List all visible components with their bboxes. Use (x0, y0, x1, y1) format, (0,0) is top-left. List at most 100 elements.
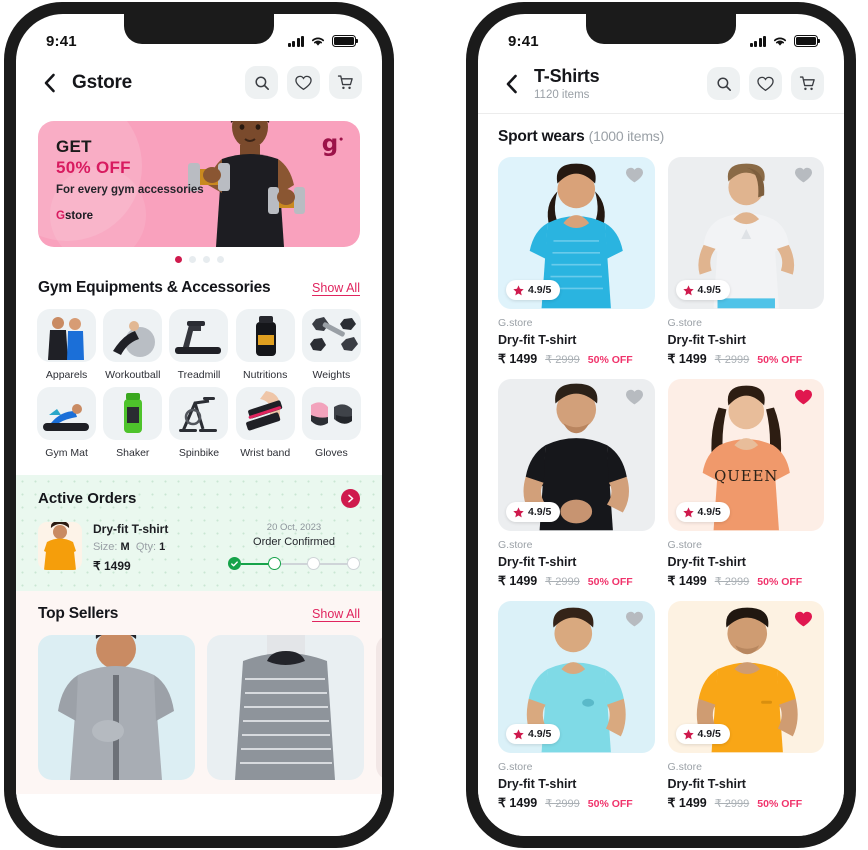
top-seller-card[interactable] (207, 635, 364, 780)
order-tracking: 20 Oct, 2023 Order Confirmed (228, 522, 361, 570)
pagination-dot[interactable] (216, 256, 224, 263)
favorite-heart-icon[interactable] (794, 166, 813, 184)
search-button[interactable] (707, 67, 740, 100)
category-item-gym-mat[interactable]: Gym Mat (36, 387, 97, 459)
phone-frame-home: 9:41 Gstore g• GET 50% OFF For every gym… (4, 2, 394, 848)
progress-segment (280, 562, 308, 565)
grey-hoodie-image (58, 635, 174, 780)
cart-button[interactable] (791, 67, 824, 100)
active-orders-more-button[interactable] (341, 489, 360, 508)
order-product-thumbnail (38, 522, 82, 570)
favorite-heart-icon[interactable] (625, 166, 644, 184)
product-store: G.store (667, 761, 702, 773)
listing-scroll-body[interactable]: Sport wears (1000 items) 4.9/5 G.store D… (478, 114, 844, 836)
star-icon (513, 728, 524, 739)
rating-value: 4.9/5 (528, 506, 552, 518)
rating-badge: 4.9/5 (675, 724, 730, 744)
top-seller-card-partial[interactable] (376, 635, 382, 780)
categories-section-header: Gym Equipments & Accessories Show All (16, 265, 382, 297)
rating-value: 4.9/5 (528, 728, 552, 740)
product-store: G.store (498, 539, 533, 551)
order-progress-tracker (228, 557, 361, 570)
category-item-weights[interactable]: Weights (301, 309, 362, 381)
product-prices: ₹ 1499 ₹ 2999 50% OFF (668, 573, 825, 588)
product-prices: ₹ 1499 ₹ 2999 50% OFF (498, 351, 655, 366)
active-order-row[interactable]: Dry-fit T-shirt Size: M Qty: 1 ₹ 1499 20… (38, 522, 361, 573)
favorite-heart-icon[interactable] (625, 388, 644, 406)
product-discount: 50% OFF (757, 798, 803, 810)
category-item-shaker[interactable]: Shaker (102, 387, 163, 459)
favorite-heart-icon[interactable] (794, 388, 813, 406)
category-item-apparels[interactable]: Apparels (36, 309, 97, 381)
pagination-dot[interactable] (202, 256, 210, 263)
favorite-heart-icon[interactable] (794, 610, 813, 628)
top-sellers-section: Top Sellers Show All (16, 591, 382, 794)
cart-button[interactable] (329, 66, 362, 99)
page-subtitle: 1120 items (534, 89, 590, 101)
banner-pagination-dots[interactable] (38, 247, 360, 265)
category-thumb (103, 387, 163, 440)
category-thumb (301, 309, 361, 362)
product-card[interactable]: 4.9/5 G.store Dry-fit T-shirt ₹ 1499 ₹ 2… (667, 601, 824, 810)
product-discount: 50% OFF (587, 798, 633, 810)
promo-banner[interactable]: g• GET 50% OFF For every gym accessories… (38, 121, 360, 247)
category-label: Treadmill (177, 369, 221, 381)
categories-title: Gym Equipments & Accessories (38, 279, 271, 296)
top-sellers-show-all-link[interactable]: Show All (312, 607, 360, 621)
order-size-label: Size: (93, 541, 118, 553)
chevron-right-icon (347, 494, 353, 503)
search-button[interactable] (245, 66, 278, 99)
back-button[interactable] (498, 71, 524, 97)
device-notch (124, 14, 274, 44)
product-store: G.store (498, 317, 533, 329)
pagination-dot-active[interactable] (174, 256, 182, 263)
category-item-spinbike[interactable]: Spinbike (168, 387, 229, 459)
rating-badge: 4.9/5 (506, 280, 561, 300)
product-name: Dry-fit T-shirt (498, 777, 577, 791)
category-label: Gym Mat (45, 447, 88, 459)
wishlist-button[interactable] (287, 66, 320, 99)
product-name: Dry-fit T-shirt (498, 333, 577, 347)
product-card[interactable]: 4.9/5 G.store Dry-fit T-shirt ₹ 1499 ₹ 2… (498, 157, 655, 366)
category-item-wrist-band[interactable]: Wrist band (235, 387, 296, 459)
order-details: Dry-fit T-shirt Size: M Qty: 1 ₹ 1499 (93, 522, 228, 573)
wishlist-button[interactable] (749, 67, 782, 100)
category-item-nutritions[interactable]: Nutritions (235, 309, 296, 381)
progress-step (307, 557, 321, 570)
heart-icon (295, 75, 312, 90)
categories-show-all-link[interactable]: Show All (312, 281, 360, 295)
category-item-gloves[interactable]: Gloves (301, 387, 362, 459)
category-grid: Apparels Workoutball Treadmill Nutrition… (16, 297, 382, 459)
product-card[interactable]: 4.9/5 G.store Dry-fit T-shirt ₹ 1499 ₹ 2… (667, 157, 824, 366)
progress-segment (241, 562, 268, 565)
category-item-treadmill[interactable]: Treadmill (168, 309, 229, 381)
cart-icon (799, 76, 815, 91)
star-icon (513, 284, 524, 295)
product-card[interactable]: 4.9/5 G.store Dry-fit T-shirt ₹ 1499 ₹ 2… (498, 379, 655, 588)
rating-badge: 4.9/5 (506, 724, 561, 744)
product-price: ₹ 1499 (498, 352, 538, 366)
order-status: Order Confirmed (253, 536, 335, 548)
product-card[interactable]: 4.9/5 G.store Dry-fit T-shirt ₹ 1499 ₹ 2… (498, 601, 655, 810)
product-image: QUEEN 4.9/5 (667, 379, 824, 531)
chevron-left-icon (506, 74, 517, 93)
apparels-image (48, 317, 85, 360)
spinbike-image (179, 397, 218, 432)
chevron-left-icon (44, 73, 55, 92)
pagination-dot[interactable] (188, 256, 196, 263)
star-icon (682, 284, 694, 295)
favorite-heart-icon[interactable] (625, 610, 644, 628)
product-name: Dry-fit T-shirt (498, 555, 577, 569)
top-sellers-rail[interactable] (16, 623, 382, 780)
product-old-price: ₹ 2999 (545, 354, 580, 366)
product-card[interactable]: QUEEN 4.9/5 G.store Dry-fit T-shirt ₹ 14… (667, 379, 825, 588)
banner-line1: GET (56, 137, 92, 156)
category-thumb (301, 387, 361, 440)
home-scroll-body[interactable]: g• GET 50% OFF For every gym accessories… (16, 113, 382, 836)
category-item-workoutball[interactable]: Workoutball (102, 309, 163, 381)
product-price: ₹ 1499 (498, 574, 538, 588)
top-seller-card[interactable] (38, 635, 195, 780)
product-discount: 50% OFF (587, 354, 633, 366)
back-button[interactable] (36, 70, 62, 96)
product-old-price: ₹ 2999 (545, 798, 580, 810)
